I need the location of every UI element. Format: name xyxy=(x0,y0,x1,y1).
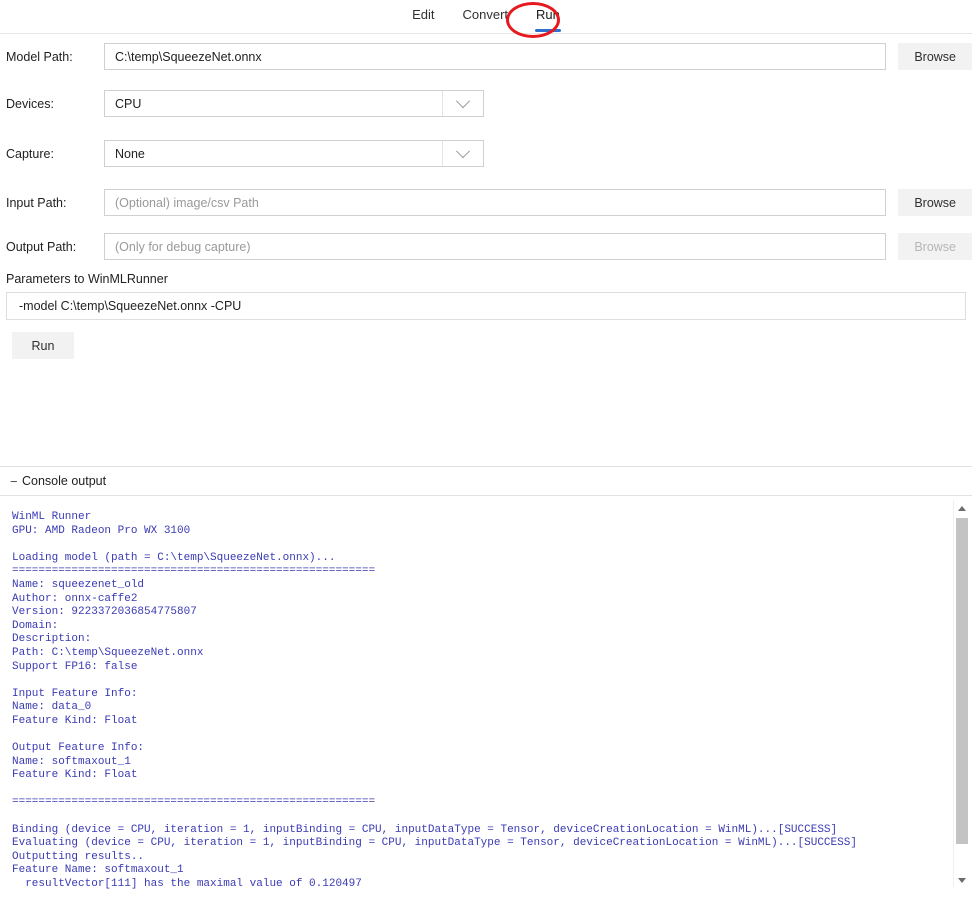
console-section: − Console output WinML Runner GPU: AMD R… xyxy=(0,466,972,890)
model-path-browse-button[interactable]: Browse xyxy=(898,43,972,70)
tab-run[interactable]: Run xyxy=(522,0,574,32)
capture-selected-value: None xyxy=(115,146,145,161)
scrollbar-thumb[interactable] xyxy=(956,518,968,844)
console-output-header-label: Console output xyxy=(22,474,107,488)
tab-run-label: Run xyxy=(536,7,560,22)
run-form: Model Path: C:\temp\SqueezeNet.onnx Brow… xyxy=(0,43,972,359)
tab-edit[interactable]: Edit xyxy=(398,0,448,30)
output-path-input[interactable]: (Only for debug capture) xyxy=(104,233,887,260)
row-model-path: Model Path: C:\temp\SqueezeNet.onnx Brow… xyxy=(0,43,972,70)
chevron-down-icon xyxy=(958,877,966,883)
chevron-down-icon xyxy=(442,91,483,116)
parameters-input[interactable]: -model C:\temp\SqueezeNet.onnx -CPU xyxy=(6,292,966,320)
run-button[interactable]: Run xyxy=(12,332,74,359)
devices-label: Devices: xyxy=(6,96,54,111)
console-output-text: WinML Runner GPU: AMD Radeon Pro WX 3100… xyxy=(12,511,857,891)
input-path-browse-button[interactable]: Browse xyxy=(898,189,972,216)
output-path-browse-button: Browse xyxy=(898,233,972,260)
tab-convert[interactable]: Convert xyxy=(449,0,523,30)
parameters-section: Parameters to WinMLRunner -model C:\temp… xyxy=(0,272,972,320)
devices-select[interactable]: CPU xyxy=(104,90,484,117)
scrollbar-track[interactable] xyxy=(954,516,970,872)
devices-selected-value: CPU xyxy=(115,96,142,111)
row-input-path: Input Path: (Optional) image/csv Path Br… xyxy=(0,189,972,216)
chevron-up-icon xyxy=(958,505,966,511)
row-capture: Capture: None xyxy=(0,140,972,167)
input-path-input[interactable]: (Optional) image/csv Path xyxy=(104,189,887,216)
console-output-area: WinML Runner GPU: AMD Radeon Pro WX 3100… xyxy=(6,496,972,890)
console-output-header[interactable]: − Console output xyxy=(0,467,972,495)
output-path-label: Output Path: xyxy=(6,239,77,254)
capture-select[interactable]: None xyxy=(104,140,484,167)
row-output-path: Output Path: (Only for debug capture) Br… xyxy=(0,233,972,260)
model-path-input[interactable]: C:\temp\SqueezeNet.onnx xyxy=(104,43,887,70)
tab-bar: Edit Convert Run xyxy=(0,0,972,38)
active-tab-underline xyxy=(534,29,561,32)
capture-label: Capture: xyxy=(6,146,54,161)
model-path-label: Model Path: xyxy=(6,49,73,64)
row-devices: Devices: CPU xyxy=(0,90,972,117)
chevron-down-icon xyxy=(442,141,483,166)
console-scrollbar[interactable] xyxy=(953,500,970,888)
tab-convert-label: Convert xyxy=(462,7,509,22)
tab-edit-label: Edit xyxy=(412,7,435,22)
input-path-label: Input Path: xyxy=(6,195,67,210)
scroll-down-button[interactable] xyxy=(954,872,970,888)
collapse-minus-icon: − xyxy=(10,473,18,489)
scroll-up-button[interactable] xyxy=(954,500,970,516)
parameters-label: Parameters to WinMLRunner xyxy=(6,272,168,286)
